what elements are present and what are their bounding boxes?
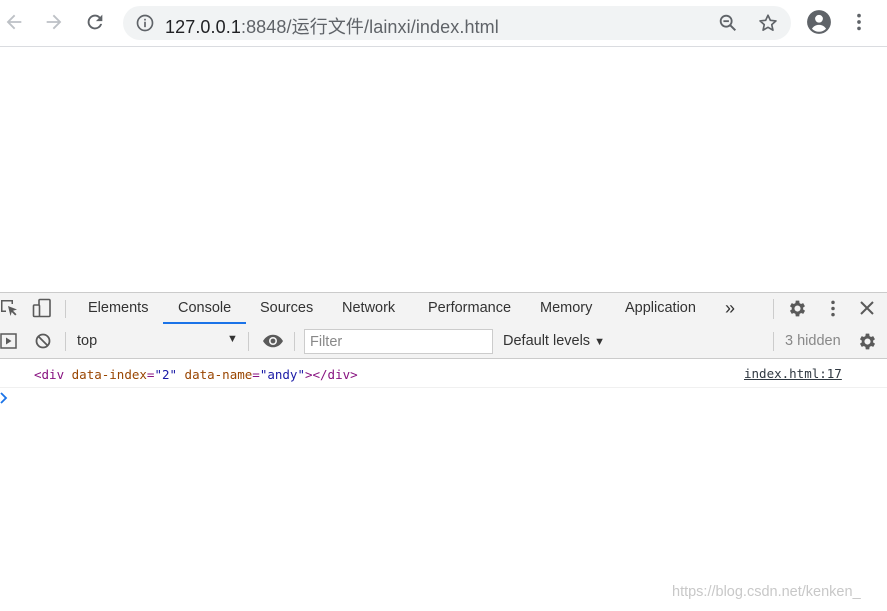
- reload-icon: [87, 14, 103, 30]
- info-icon: [136, 14, 154, 32]
- clear-console-button[interactable]: [34, 332, 52, 350]
- log-attr2-value: "andy": [259, 367, 305, 382]
- live-expression-button[interactable]: [262, 332, 284, 350]
- url-path: :8848/运行文件/lainxi/index.html: [240, 17, 499, 37]
- back-arrow-icon: [6, 14, 22, 30]
- account-icon: [807, 10, 831, 34]
- tab-elements[interactable]: Elements: [88, 293, 148, 325]
- console-toolbar: top ▼ Default levels ▼ 3 hidden: [0, 325, 887, 359]
- devtools-settings-button[interactable]: [787, 298, 808, 319]
- log-attr1-name: data-index: [71, 367, 147, 382]
- console-prompt[interactable]: [0, 391, 10, 407]
- more-vert-icon: [831, 300, 835, 317]
- url-host: 127.0.0.1: [165, 17, 241, 37]
- chevron-right-icon: [0, 392, 8, 404]
- console-message[interactable]: <div data-index="2" data-name="andy"></d…: [34, 367, 358, 382]
- tab-console[interactable]: Console: [178, 293, 231, 325]
- watermark: https://blog.csdn.net/kenken_: [672, 584, 861, 600]
- log-levels-label: Default levels: [503, 333, 591, 349]
- console-message-row: <div data-index="2" data-name="andy"></d…: [0, 359, 887, 388]
- log-equals: =: [252, 367, 260, 382]
- more-tabs-button[interactable]: »: [725, 293, 735, 325]
- log-open-tag: <div: [34, 367, 65, 382]
- show-sidebar-button[interactable]: [0, 332, 18, 350]
- source-link[interactable]: index.html:17: [744, 366, 842, 381]
- log-attr2-name: data-name: [184, 367, 253, 382]
- forward-button[interactable]: [40, 8, 68, 36]
- levels-dropdown-icon: ▼: [594, 336, 605, 348]
- eye-icon: [263, 334, 283, 348]
- browser-toolbar: 127.0.0.1:8848/运行文件/lainxi/index.html: [0, 0, 887, 47]
- devtools-menu-button[interactable]: [823, 298, 843, 319]
- url-text: 127.0.0.1:8848/运行文件/lainxi/index.html: [165, 13, 499, 39]
- console-output: <div data-index="2" data-name="andy"></d…: [0, 359, 887, 611]
- active-tab-indicator: [163, 322, 246, 324]
- context-select[interactable]: top: [77, 333, 97, 349]
- context-dropdown-icon: ▼: [227, 333, 238, 345]
- inspect-element-button[interactable]: [0, 298, 20, 318]
- log-attr1-value: "2": [154, 367, 178, 382]
- tab-memory[interactable]: Memory: [540, 293, 592, 325]
- sidebar-play-icon: [0, 333, 17, 349]
- tab-sources[interactable]: Sources: [260, 293, 313, 325]
- hidden-messages-count: 3 hidden: [785, 333, 841, 349]
- tabbar-separator: [65, 300, 66, 318]
- devtools-tabbar: Elements Console Sources Network Perform…: [0, 292, 887, 326]
- zoom-out-icon: [719, 14, 737, 32]
- log-close-tag: ></div>: [304, 367, 358, 382]
- close-icon: [860, 301, 874, 315]
- toolbar-separator: [773, 332, 774, 351]
- page-viewport: [0, 47, 887, 292]
- inspect-cursor-icon: [1, 300, 17, 316]
- star-icon: [759, 14, 777, 31]
- reload-button[interactable]: [81, 8, 109, 36]
- tabbar-separator-right: [773, 299, 774, 319]
- address-bar[interactable]: 127.0.0.1:8848/运行文件/lainxi/index.html: [123, 6, 791, 40]
- browser-menu-button[interactable]: [845, 8, 873, 36]
- profile-button[interactable]: [805, 8, 833, 36]
- console-filter-input[interactable]: [304, 329, 493, 354]
- tab-network[interactable]: Network: [342, 293, 395, 325]
- gear-icon: [789, 300, 806, 317]
- zoom-button[interactable]: [717, 12, 739, 34]
- more-vert-icon: [857, 13, 861, 31]
- toolbar-separator: [65, 332, 66, 351]
- tab-application[interactable]: Application: [625, 293, 696, 325]
- log-levels-select[interactable]: Default levels ▼: [503, 333, 605, 349]
- device-mode-icon: [32, 298, 51, 318]
- close-devtools-button[interactable]: [858, 299, 876, 317]
- toolbar-separator: [248, 332, 249, 351]
- device-toolbar-button[interactable]: [32, 298, 52, 318]
- toolbar-separator: [294, 332, 295, 351]
- console-settings-button[interactable]: [857, 331, 878, 352]
- gear-icon: [859, 333, 876, 350]
- bookmark-button[interactable]: [757, 12, 779, 34]
- tab-performance[interactable]: Performance: [428, 293, 511, 325]
- forward-arrow-icon: [46, 14, 62, 30]
- site-info-button[interactable]: [135, 13, 155, 33]
- clear-block-icon: [35, 333, 51, 349]
- back-button[interactable]: [0, 8, 28, 36]
